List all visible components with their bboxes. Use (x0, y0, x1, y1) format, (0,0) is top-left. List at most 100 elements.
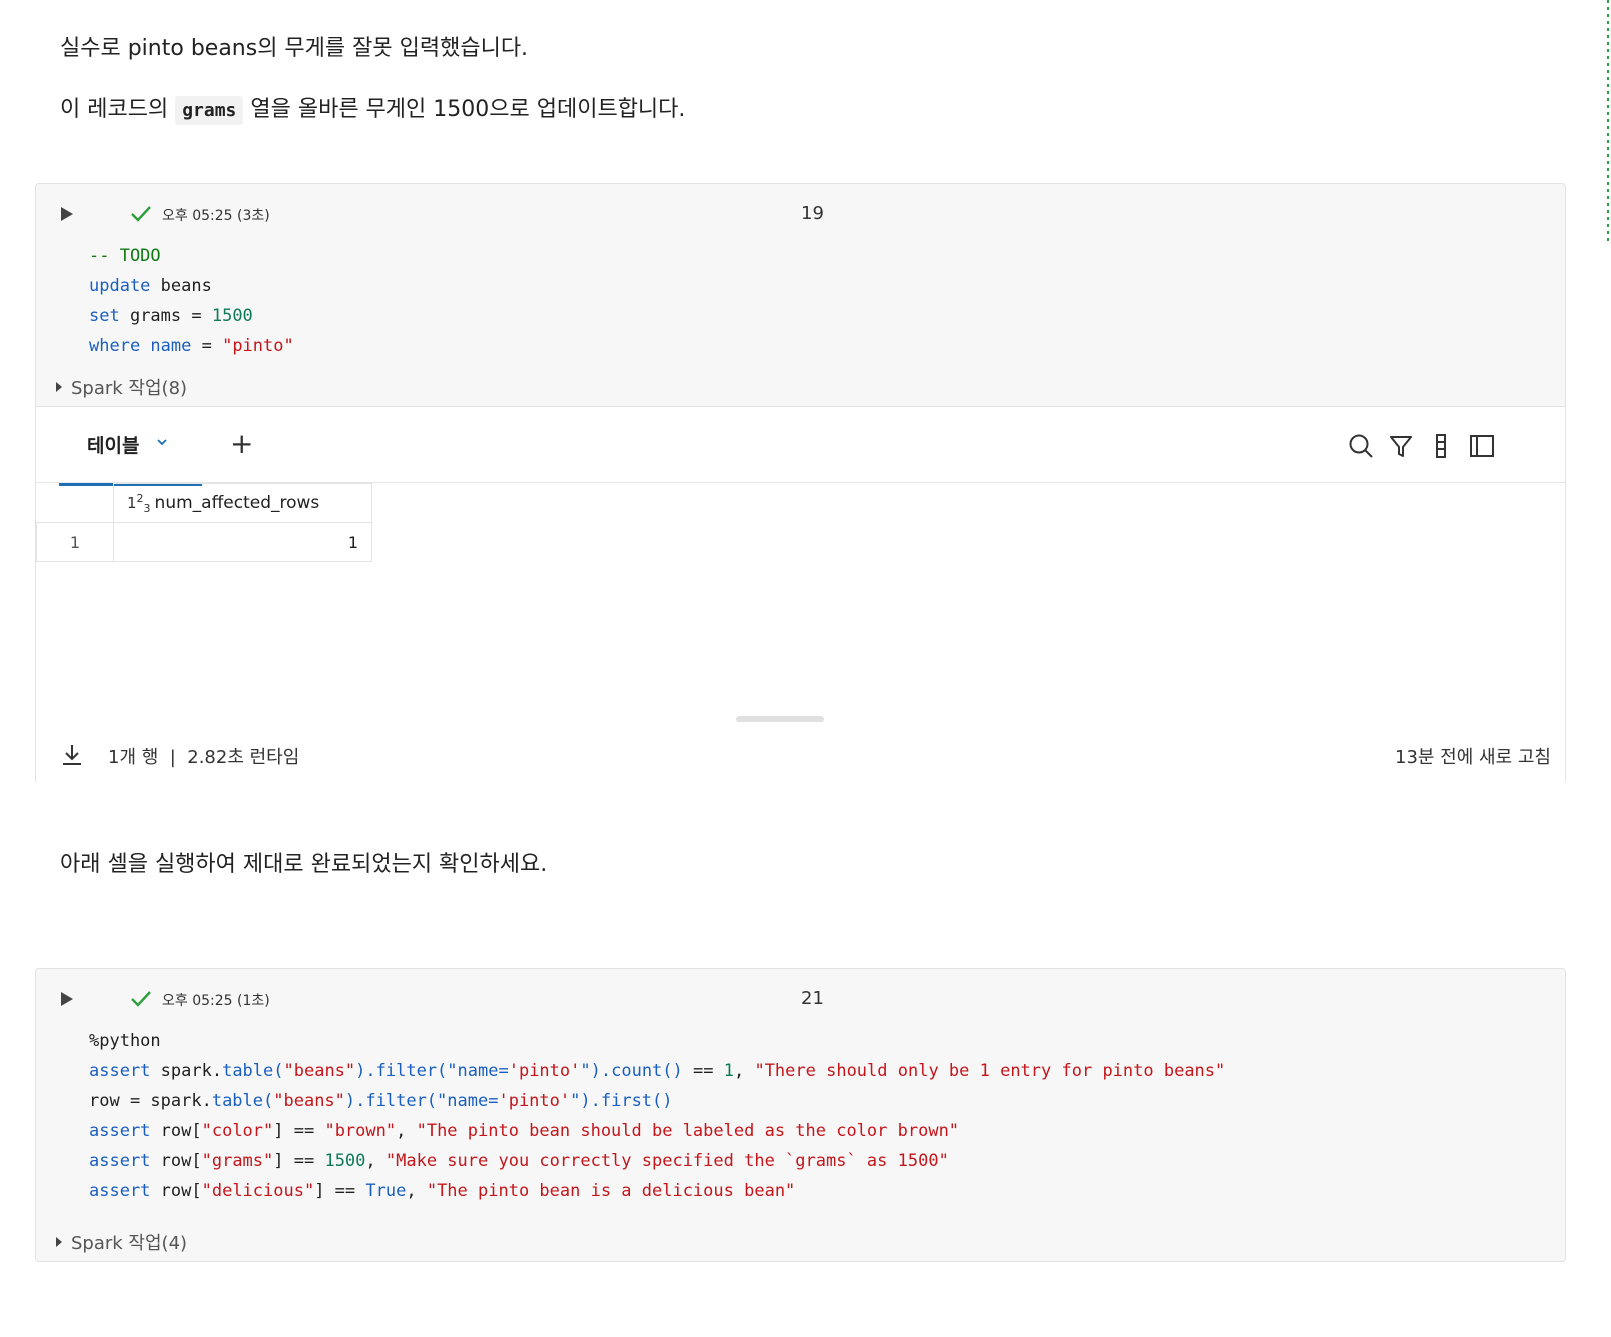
code-text: == (682, 1061, 724, 1081)
code-number: 1500 (324, 1151, 366, 1171)
code-text: beans (150, 276, 212, 296)
inline-code: grams (175, 96, 244, 125)
column-header[interactable]: 123 num_affected_rows (113, 483, 372, 523)
spark-jobs-label: Spark 작업(4) (71, 1233, 188, 1254)
code-text: row[ (150, 1181, 202, 1201)
table-cell[interactable]: 1 (113, 522, 372, 562)
code-string: "Make sure you correctly specified the `… (385, 1151, 949, 1171)
code-text: spark. (150, 1061, 223, 1081)
code-string: "grams" (201, 1151, 274, 1171)
code-text: = (191, 336, 223, 356)
code-string: "brown" (324, 1121, 397, 1141)
scroll-handle[interactable] (736, 716, 824, 722)
code-number: 1500 (211, 306, 253, 326)
code-func: count() (611, 1061, 683, 1081)
code-keyword: assert (89, 1181, 151, 1201)
code-punct: ). (344, 1091, 366, 1111)
filter-icon[interactable] (1388, 433, 1414, 459)
code-punct: ). (355, 1061, 376, 1081)
table-header-row: 123 num_affected_rows (36, 483, 372, 523)
code-punct: ). (590, 1061, 612, 1081)
add-tab-button[interactable]: + (230, 427, 253, 461)
code-number: 1 (723, 1061, 734, 1081)
tab-table[interactable]: 테이블 (59, 407, 202, 486)
code-string: 'pinto' (498, 1091, 571, 1111)
command-number: 19 (801, 203, 824, 224)
code-string: "The pinto bean should be labeled as the… (416, 1121, 960, 1141)
check-icon (131, 991, 151, 1007)
code-string: "color" (201, 1121, 274, 1141)
markdown-line-3: 아래 셀을 실행하여 제대로 완료되었는지 확인하세요. (60, 852, 548, 877)
spark-jobs-label: Spark 작업(8) (71, 378, 188, 399)
code-keyword: set (89, 306, 120, 326)
row-index: 1 (36, 522, 114, 562)
code-string: "delicious" (201, 1181, 315, 1201)
code-text: , (406, 1181, 427, 1201)
markdown-text: 열을 올바른 무게인 1500으로 업데이트합니다. (243, 97, 686, 122)
code-string: "beans" (283, 1061, 356, 1081)
code-text: , (733, 1061, 755, 1081)
result-pane: 테이블 + 123 num_affected_rows 1 1 1개 행 | 2.… (36, 406, 1565, 785)
code-punct: ). (580, 1091, 601, 1111)
cell-selection-rail (1607, 0, 1609, 242)
code-func: first() (600, 1091, 673, 1111)
code-text: row = spark. (89, 1091, 212, 1111)
sidebar-icon[interactable] (1469, 433, 1495, 459)
code-text: row[ (150, 1151, 202, 1171)
code-func: filter( (375, 1061, 448, 1081)
execution-time: 오후 05:25 (1초) (162, 993, 270, 1009)
spark-jobs-toggle[interactable]: Spark 작업(4) (56, 1229, 187, 1255)
code-text: grams = (119, 306, 212, 326)
code-magic: %python (89, 1031, 161, 1051)
code-text: ] == (314, 1181, 366, 1201)
code-keyword: assert (89, 1061, 151, 1081)
code-string: 'pinto' (508, 1061, 581, 1081)
code-func: table( (211, 1091, 274, 1111)
code-text: row[ (150, 1121, 202, 1141)
code-keyword: where name (89, 336, 192, 356)
code-string: "The pinto bean is a delicious bean" (426, 1181, 796, 1201)
result-stats: 1개 행 | 2.82초 런타임 (108, 747, 300, 768)
code-editor[interactable]: -- TODO update beans set grams = 1500 wh… (89, 241, 294, 361)
number-type-icon: 123 (127, 491, 151, 515)
code-string: "name= (447, 1061, 509, 1081)
code-keyword: assert (89, 1151, 151, 1171)
code-string: "beans" (273, 1091, 345, 1111)
run-icon[interactable] (60, 991, 74, 1007)
markdown-line-1: 실수로 pinto beans의 무게를 잘못 입력했습니다. (60, 36, 529, 61)
code-func: filter( (365, 1091, 438, 1111)
code-string: " (580, 1061, 591, 1081)
search-icon[interactable] (1348, 433, 1374, 459)
execution-time: 오후 05:25 (3초) (162, 208, 270, 224)
notebook-cell-19[interactable]: 오후 05:25 (3초) 19 -- TODO update beans se… (35, 183, 1566, 785)
code-string: "There should only be 1 entry for pinto … (754, 1061, 1226, 1081)
spark-jobs-toggle[interactable]: Spark 작업(8) (56, 374, 187, 400)
row-index-header (36, 483, 114, 523)
code-keyword: update (89, 276, 151, 296)
code-keyword: assert (89, 1121, 151, 1141)
run-icon[interactable] (60, 206, 74, 222)
markdown-text: 이 레코드의 (60, 97, 176, 122)
code-comment: -- TODO (89, 246, 161, 266)
download-icon[interactable] (60, 743, 84, 767)
code-string: " (570, 1091, 581, 1111)
code-editor[interactable]: %python assert spark.table("beans").filt… (89, 1026, 1225, 1206)
command-number: 21 (801, 988, 824, 1009)
code-string: "name= (437, 1091, 499, 1111)
column-icon[interactable] (1428, 433, 1454, 459)
code-string: "pinto" (222, 336, 294, 356)
code-text: , (365, 1151, 386, 1171)
code-text: , (396, 1121, 417, 1141)
chevron-down-icon[interactable] (156, 437, 168, 447)
table-row: 1 1 (36, 522, 372, 562)
markdown-line-2: 이 레코드의 grams 열을 올바른 무게인 1500으로 업데이트합니다. (60, 91, 686, 125)
code-func: table( (222, 1061, 284, 1081)
notebook-cell-21[interactable]: 오후 05:25 (1초) 21 %python assert spark.ta… (35, 968, 1566, 1262)
code-keyword: True (365, 1181, 407, 1201)
column-header-label: num_affected_rows (154, 492, 320, 513)
code-text: ] == (273, 1151, 325, 1171)
check-icon (131, 206, 151, 222)
code-text: ] == (273, 1121, 325, 1141)
tab-table-label: 테이블 (87, 435, 140, 457)
refresh-time: 13분 전에 새로 고침 (1395, 747, 1551, 768)
